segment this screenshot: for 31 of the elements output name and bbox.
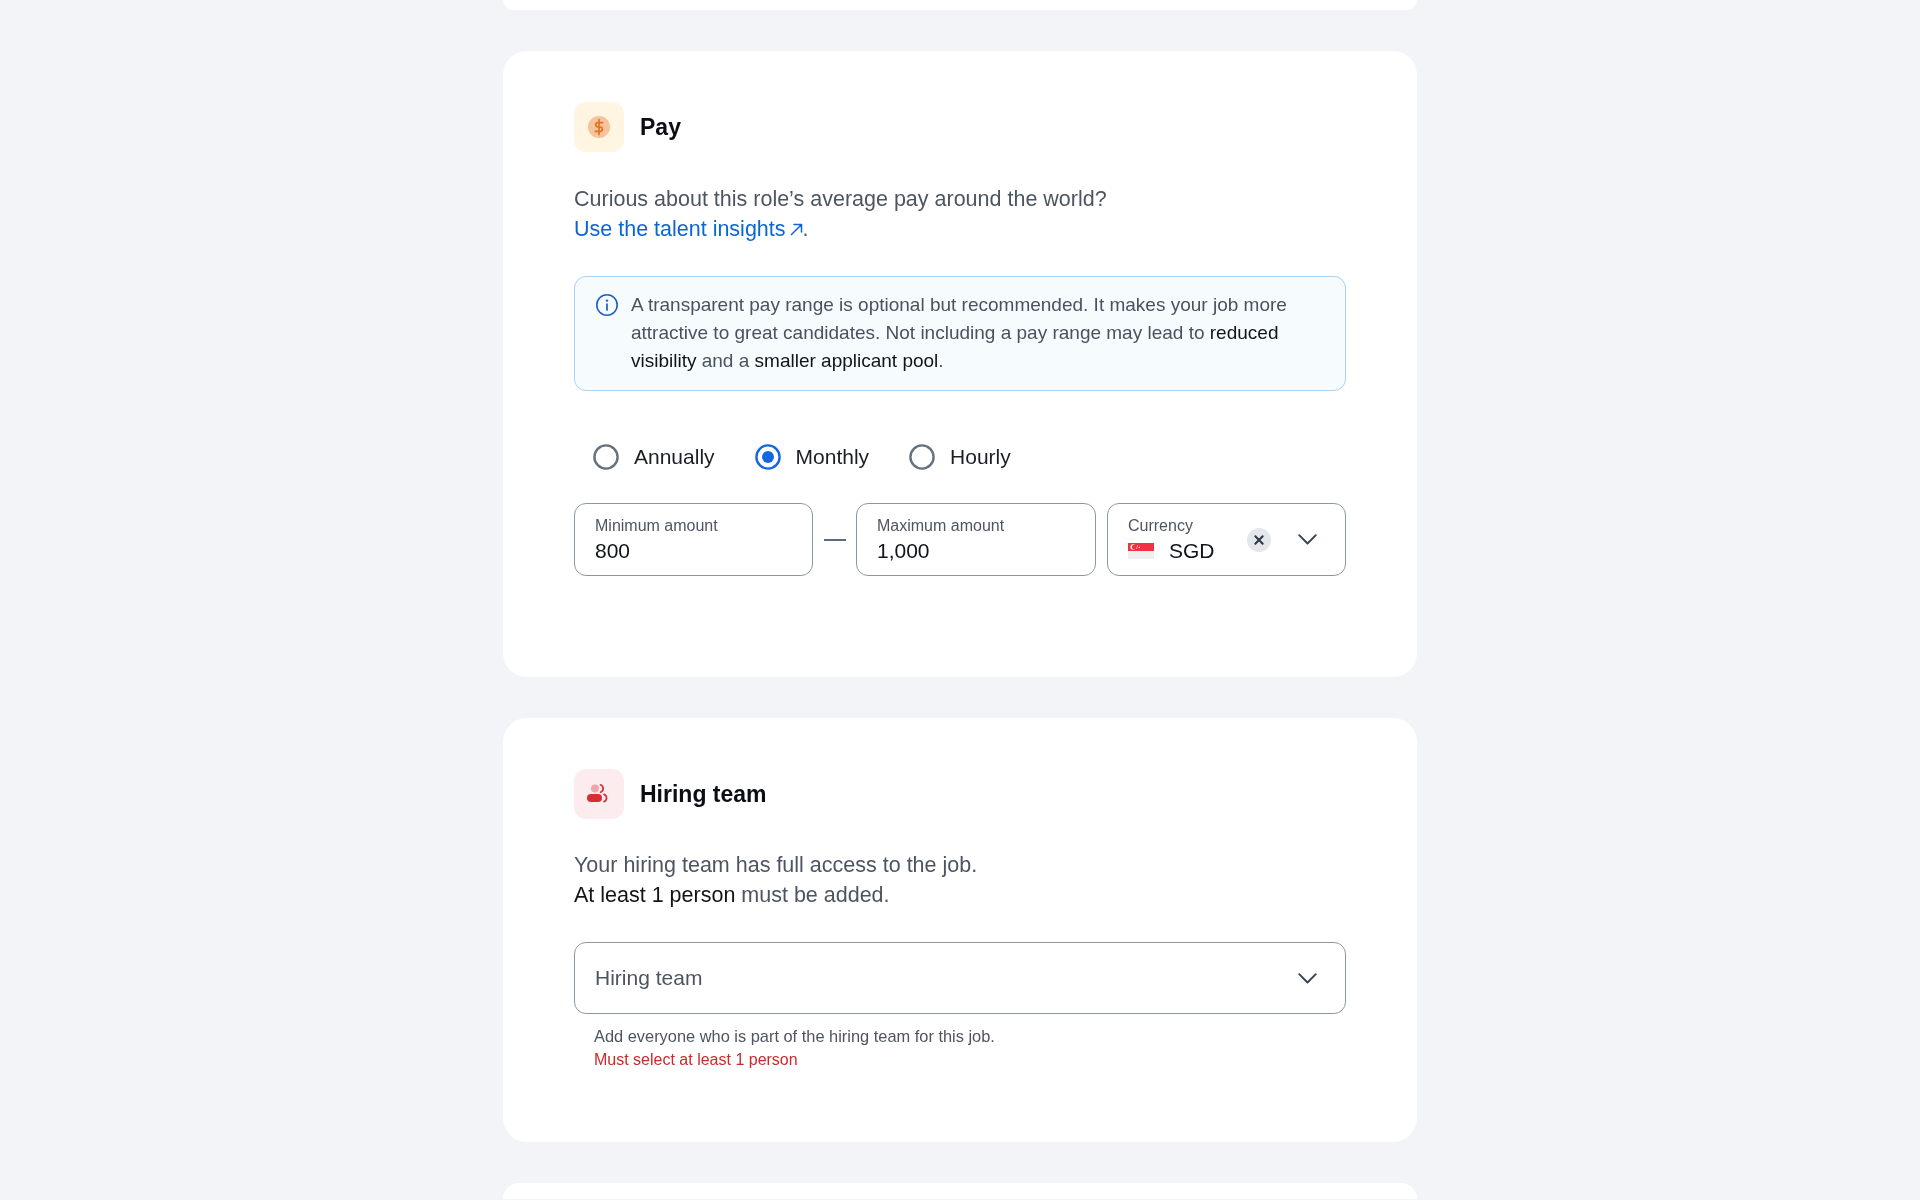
radio-label[interactable]: Hourly	[950, 444, 1011, 470]
radio-label[interactable]: Monthly	[795, 444, 870, 470]
field-label: Maximum amount	[877, 515, 1006, 535]
radio-label[interactable]: Annually	[634, 444, 715, 470]
amount-field[interactable]: Minimum amount 800	[574, 503, 813, 576]
section-title: Pay	[640, 113, 681, 141]
notice-text: A transparent pay range is optional but recommended. It makes your job more attractive to great candidates. Not including a pay range may lead to reduced visibility and a smaller applicant pool.	[631, 293, 1288, 373]
chevron-down-icon[interactable]	[1298, 972, 1317, 984]
chevron-down-icon[interactable]	[1298, 534, 1317, 545]
section-description: Curious about this role’s average pay around the world? Use the talent insights .	[574, 184, 1346, 244]
hiring-team-select[interactable]: Hiring team	[574, 942, 1346, 1014]
arrow-up-right-icon	[789, 222, 803, 236]
info-icon	[595, 293, 619, 317]
amount-field[interactable]: Maximum amount 1,000	[856, 503, 1096, 576]
radio-button[interactable]	[754, 444, 781, 470]
radio-button[interactable]	[909, 444, 936, 470]
field-label: Minimum amount	[595, 515, 719, 535]
people-icon	[574, 769, 624, 819]
coin-icon	[574, 102, 624, 152]
field-label: Currency	[1128, 515, 1194, 535]
section-description: At least 1 person must be added.	[574, 882, 891, 909]
clear-icon[interactable]	[1247, 527, 1271, 552]
error-message: Must select at least 1 person	[593, 1050, 799, 1070]
radio-button[interactable]	[593, 444, 619, 470]
flag-icon	[1128, 542, 1154, 559]
field-hint: Add everyone who is part of the hiring team for this job.	[593, 1026, 996, 1047]
talent-insights-link[interactable]: Use the talent insights	[574, 214, 803, 244]
currency-select[interactable]: Currency SGD	[1107, 503, 1346, 576]
section-title: Hiring team	[640, 780, 767, 808]
range-dash	[824, 538, 846, 541]
section-description: Your hiring team has full access to the job.	[574, 852, 979, 879]
